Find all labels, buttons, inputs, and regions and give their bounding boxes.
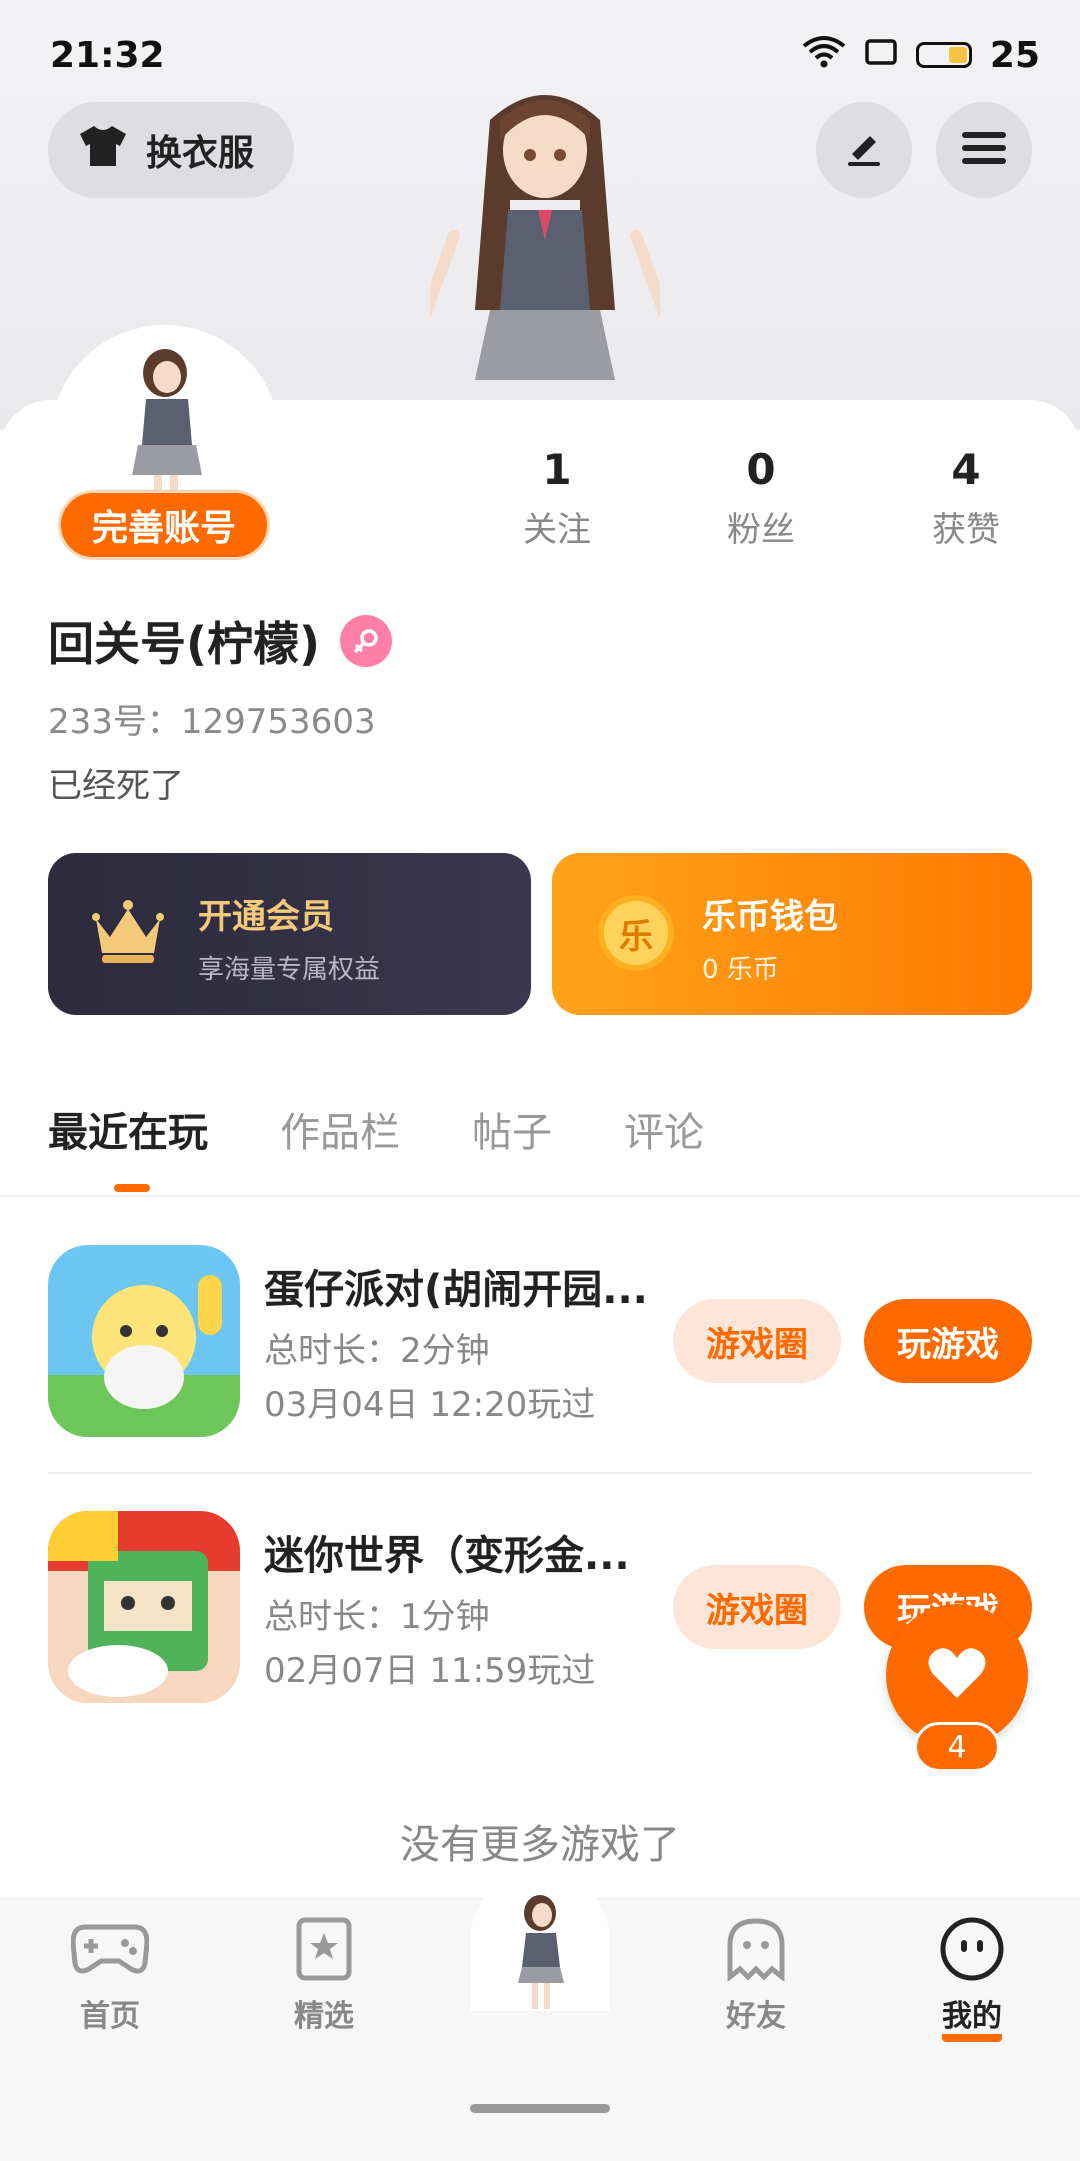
list-divider: [48, 1472, 1032, 1474]
game-name: 蛋仔派对(胡闹开园...: [264, 1267, 648, 1313]
status-bar: 21:32 25: [50, 30, 1040, 80]
stat-label: 关注: [523, 510, 591, 550]
stat-fans[interactable]: 0 粉丝: [681, 445, 841, 551]
wallet-subtitle: 0 乐币: [702, 955, 779, 985]
status-time: 21:32: [50, 34, 165, 76]
tabs-divider: [0, 1195, 1080, 1197]
wallet-title: 乐币钱包: [702, 897, 838, 937]
nav-mine-label: 我的: [942, 1999, 1002, 2042]
nav-friends[interactable]: 好友: [686, 1917, 826, 2035]
menu-icon: [960, 128, 1008, 172]
stat-likes[interactable]: 4 获赞: [886, 445, 1046, 551]
home-indicator[interactable]: [470, 2104, 610, 2113]
game-duration: 总时长：2分钟: [264, 1331, 490, 1371]
nav-center-avatar[interactable]: [470, 1871, 610, 2011]
game-last-played: 03月04日 12:20玩过: [264, 1385, 596, 1425]
face-icon: [939, 1916, 1005, 1990]
user-id: 233号：129753603: [48, 702, 376, 742]
user-bio: 已经死了: [48, 766, 184, 806]
game-icon[interactable]: [48, 1245, 240, 1437]
play-game-button[interactable]: 玩游戏: [864, 1299, 1032, 1383]
game-last-played: 02月07日 11:59玩过: [264, 1651, 596, 1691]
stat-value: 1: [542, 445, 572, 494]
game-circle-button[interactable]: 游戏圈: [673, 1565, 841, 1649]
battery-level: 25: [989, 34, 1040, 76]
username: 回关号(柠檬): [48, 617, 321, 671]
nav-home[interactable]: 首页: [40, 1919, 180, 2035]
no-more-games-text: 没有更多游戏了: [400, 1822, 680, 1868]
pencil-icon: [840, 124, 888, 176]
wallet-card[interactable]: 乐 乐币钱包 0 乐币: [552, 853, 1032, 1015]
complete-account-button[interactable]: 完善账号: [58, 490, 270, 560]
bottom-nav: 首页 精选 好友 我的: [0, 1871, 1080, 2161]
stat-label: 获赞: [932, 510, 1000, 550]
ghost-icon: [726, 1917, 786, 1989]
tab-recent-play[interactable]: 最近在玩: [48, 1100, 208, 1192]
gamepad-icon: [70, 1921, 150, 1985]
female-icon: [340, 615, 393, 667]
stat-value: 4: [951, 445, 981, 494]
change-outfit-label: 换衣服: [146, 133, 255, 174]
tab-works[interactable]: 作品栏: [280, 1100, 400, 1158]
edit-button[interactable]: [816, 102, 912, 198]
stat-label: 粉丝: [727, 510, 795, 550]
list-item[interactable]: 迷你世界（变形金... 总时长：1分钟 02月07日 11:59玩过 游戏圈 玩…: [48, 1511, 1032, 1703]
nav-friends-label: 好友: [726, 1999, 786, 2034]
like-count-badge: 4: [914, 1722, 1000, 1772]
game-circle-button[interactable]: 游戏圈: [673, 1299, 841, 1383]
character-avatar[interactable]: [400, 80, 690, 410]
username-row: 回关号(柠檬): [48, 608, 393, 674]
nav-featured-label: 精选: [294, 1999, 354, 2034]
battery-icon: [915, 42, 972, 68]
star-card-icon: [296, 1917, 352, 1989]
vip-title: 开通会员: [198, 897, 334, 937]
shirt-icon: [78, 124, 128, 177]
list-item[interactable]: 蛋仔派对(胡闹开园... 总时长：2分钟 03月04日 12:20玩过 游戏圈 …: [48, 1245, 1032, 1437]
stat-value: 0: [746, 445, 776, 494]
heart-icon: [927, 1646, 987, 1704]
vip-subtitle: 享海量专属权益: [198, 955, 381, 985]
menu-button[interactable]: [936, 102, 1032, 198]
tab-comments[interactable]: 评论: [624, 1100, 704, 1158]
content-tabs: 最近在玩 作品栏 帖子 评论: [48, 1100, 776, 1192]
nav-featured[interactable]: 精选: [254, 1917, 394, 2035]
wifi-icon: [802, 34, 846, 77]
tab-posts[interactable]: 帖子: [472, 1100, 552, 1158]
game-duration: 总时长：1分钟: [264, 1597, 490, 1637]
screen-icon: [864, 35, 898, 76]
game-name: 迷你世界（变形金...: [264, 1533, 630, 1579]
change-outfit-button[interactable]: 换衣服: [48, 102, 294, 198]
nav-mine[interactable]: 我的: [902, 1916, 1042, 2042]
nav-home-label: 首页: [80, 1999, 140, 2034]
crown-icon: [88, 891, 168, 975]
coin-icon: 乐: [598, 895, 674, 971]
game-icon[interactable]: [48, 1511, 240, 1703]
stat-following[interactable]: 1 关注: [477, 445, 637, 551]
vip-card[interactable]: 开通会员 享海量专属权益: [48, 853, 531, 1015]
